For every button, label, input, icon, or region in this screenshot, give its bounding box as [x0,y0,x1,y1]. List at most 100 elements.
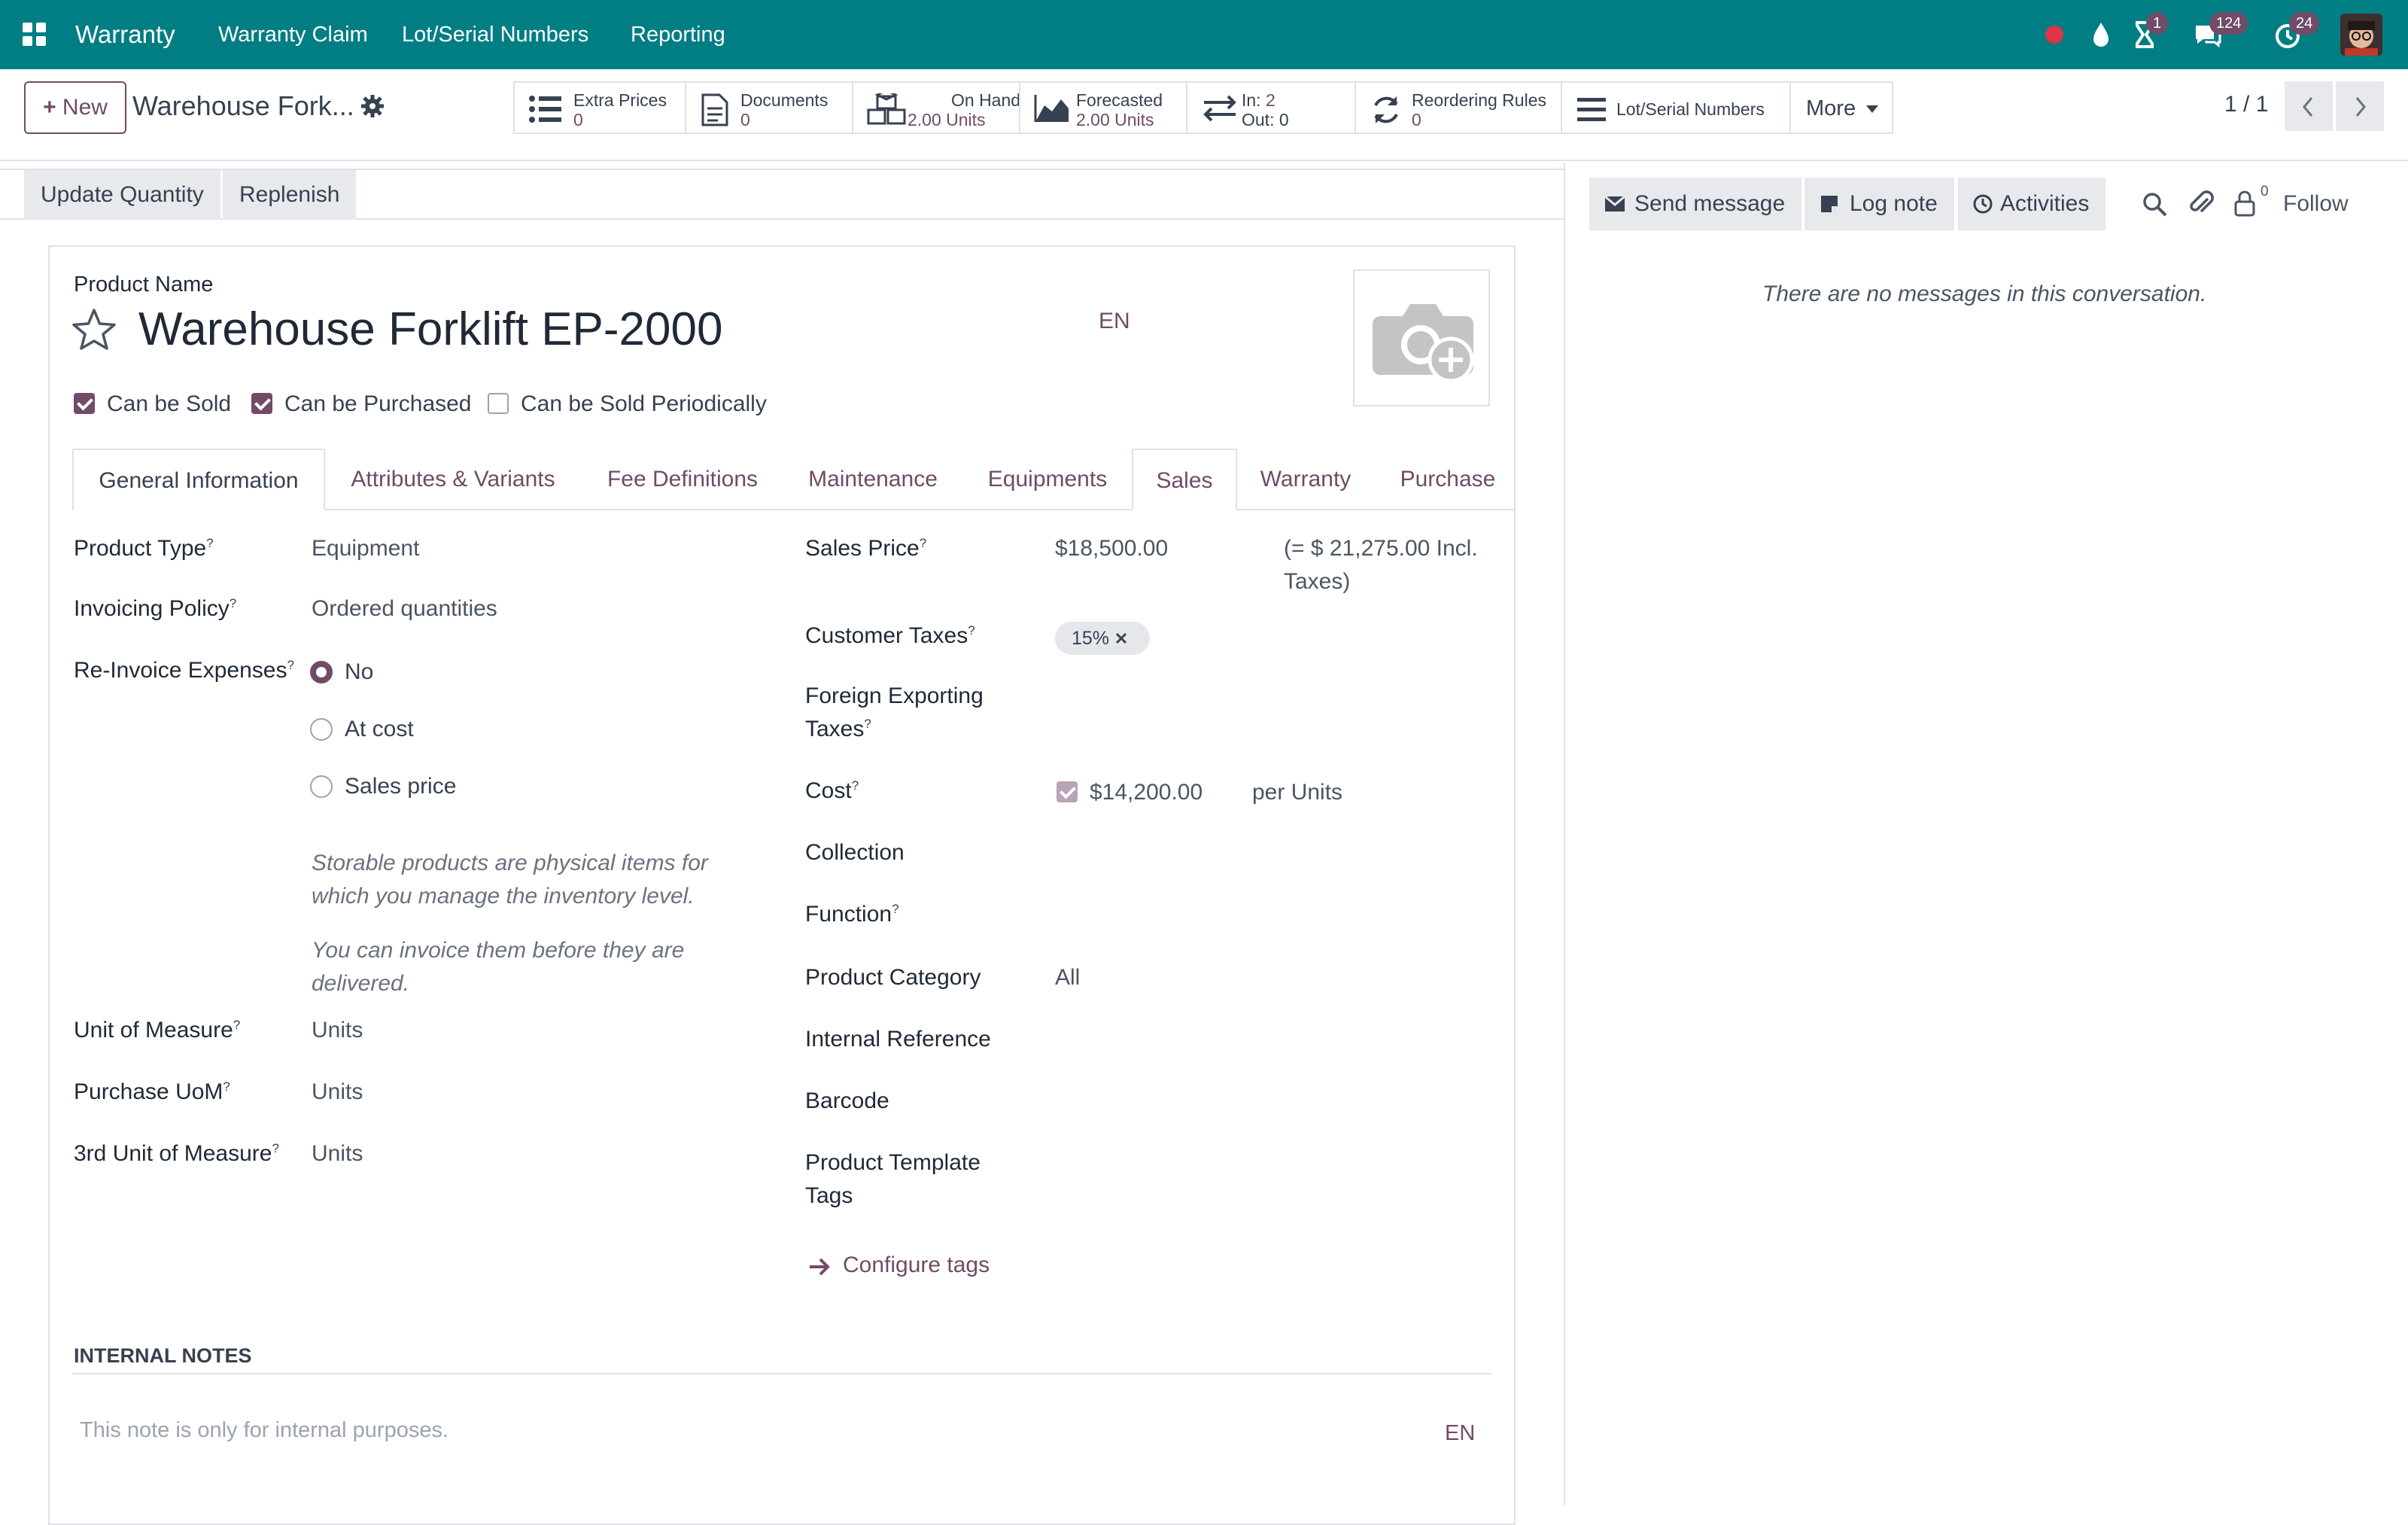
price-incl-taxes-line-2: Taxes) [1284,569,1351,594]
third-uom-label: 3rd Unit of Measure? [74,1141,279,1166]
user-avatar[interactable] [2340,14,2382,56]
product-category-value[interactable]: All [1055,965,1080,991]
search-icon[interactable] [2142,191,2167,217]
arrow-right-icon [810,1258,830,1276]
droplet-icon[interactable] [2083,17,2119,53]
tab-attributes-variants[interactable]: Attributes & Variants [331,449,575,510]
barcode-label: Barcode [805,1088,889,1113]
activities-badge: 1 [2146,12,2169,35]
note-icon [1821,196,1838,212]
reinvoice-at-cost-radio[interactable] [310,718,333,741]
activities-button[interactable]: Activities [1958,178,2106,230]
reinvoice-no-label: No [345,659,374,684]
pager-next-button[interactable] [2336,81,2384,131]
paperclip-icon[interactable] [2188,188,2214,218]
star-favorite-icon[interactable] [71,307,117,352]
gear-icon[interactable] [360,93,385,119]
new-button[interactable]: + New [24,81,126,134]
tab-purchase[interactable]: Purchase [1385,449,1511,510]
followers-lock-icon[interactable] [2233,190,2256,217]
product-name-label: Product Name [74,272,214,297]
can-be-purchased-checkbox[interactable] [251,393,272,414]
menu-lot-serial-numbers[interactable]: Lot/Serial Numbers [402,0,588,69]
reordering-rules-button[interactable]: Reordering Rules 0 [1354,81,1562,134]
configure-tags-link[interactable]: Configure tags [808,1253,1034,1283]
can-be-sold-label: Can be Sold [107,391,232,416]
customer-taxes-label: Customer Taxes? [805,623,975,648]
reinvoice-sales-price-radio[interactable] [310,775,333,798]
tax-tag[interactable]: 15% [1055,622,1150,655]
internal-notes-title: INTERNAL NOTES [74,1344,252,1367]
product-name-input[interactable]: Warehouse Forklift EP-2000 [138,303,722,356]
cost-per-units: per Units [1252,780,1343,805]
sales-price-value[interactable]: $18,500.00 [1055,536,1168,562]
more-dropdown[interactable]: More [1789,81,1893,134]
form-sheet [48,245,1516,1525]
menu-reporting[interactable]: Reporting [631,0,725,69]
reinvoice-at-cost-label: At cost [345,717,414,741]
cost-label: Cost? [805,778,859,803]
app-brand[interactable]: Warranty [75,0,175,69]
can-be-sold-checkbox[interactable] [74,393,95,414]
product-image-upload[interactable] [1353,269,1490,406]
breadcrumb[interactable]: Warehouse Fork... [132,90,354,122]
tab-fee-definitions[interactable]: Fee Definitions [587,449,778,510]
tab-equipments[interactable]: Equipments [971,449,1124,510]
invoicing-policy-label: Invoicing Policy? [74,596,237,621]
price-incl-taxes-line-1: (= $ 21,275.00 Incl. [1284,536,1478,561]
tab-sales[interactable]: Sales [1132,449,1237,510]
list-icon [529,96,561,123]
chevron-left-icon [2303,97,2313,117]
top-navbar: Warranty Warranty Claim Lot/Serial Numbe… [0,0,2408,69]
translate-lang-button[interactable]: EN [1099,309,1130,334]
product-category-label: Product Category [805,965,981,990]
help-text-line-3: You can invoice them before they are [312,938,685,963]
followers-count: 0 [2261,184,2269,199]
follow-button[interactable]: Follow [2283,191,2349,217]
apps-grid-icon[interactable] [18,18,51,51]
close-icon[interactable] [1115,632,1127,644]
plus-icon: + [43,95,62,120]
uom-value[interactable]: Units [312,1018,363,1043]
log-note-button[interactable]: Log note [1804,178,1954,230]
extra-prices-button[interactable]: Extra Prices 0 [513,81,686,134]
purchase-uom-value[interactable]: Units [312,1079,363,1105]
send-message-button[interactable]: Send message [1589,178,1802,230]
cost-checkbox[interactable] [1057,781,1078,802]
function-label: Function? [805,902,899,927]
invoicing-policy-value[interactable]: Ordered quantities [312,596,497,622]
help-text-line-2: which you manage the inventory level. [312,884,695,909]
exchange-arrows-icon [1203,95,1236,122]
product-type-value[interactable]: Equipment [312,536,419,562]
internal-notes-editor[interactable]: This note is only for internal purposes. [80,1418,448,1443]
tab-general-information[interactable]: General Information [72,449,325,510]
camera-plus-icon [1373,304,1474,383]
bars-icon [1577,98,1606,121]
documents-button[interactable]: Documents 0 [685,81,853,134]
can-be-sold-periodically-checkbox[interactable] [488,393,509,414]
pager-prev-button[interactable] [2285,81,2333,131]
replenish-button[interactable]: Replenish [223,170,357,220]
reinvoice-no-radio[interactable] [310,661,333,683]
document-icon [701,93,728,126]
on-hand-button[interactable]: On Hand 2.00 Units [852,81,1020,134]
recording-dot-icon[interactable] [2036,17,2072,53]
pager-value[interactable]: 1 / 1 [2224,92,2268,117]
messages-badge: 124 [2209,12,2248,35]
form-statusbar: Update Quantity Replenish [0,169,1564,220]
notes-translate-button[interactable]: EN [1445,1421,1475,1446]
in-out-moves-button[interactable]: In: 2 Out: 0 [1186,81,1356,134]
can-be-sold-periodically-label: Can be Sold Periodically [521,391,767,416]
form-chatter-divider [1564,163,1565,1505]
menu-warranty-claim[interactable]: Warranty Claim [218,0,368,69]
tab-warranty[interactable]: Warranty [1249,449,1362,510]
tab-maintenance[interactable]: Maintenance [790,449,956,510]
product-type-label: Product Type? [74,536,214,561]
lot-serial-numbers-button[interactable]: Lot/Serial Numbers [1561,81,1791,134]
cost-value[interactable]: $14,200.00 [1090,780,1202,805]
forecasted-button[interactable]: Forecasted 2.00 Units [1019,81,1187,134]
uom-label: Unit of Measure? [74,1018,241,1043]
update-quantity-button[interactable]: Update Quantity [24,170,220,220]
refresh-icon [1374,96,1398,123]
third-uom-value[interactable]: Units [312,1141,363,1167]
